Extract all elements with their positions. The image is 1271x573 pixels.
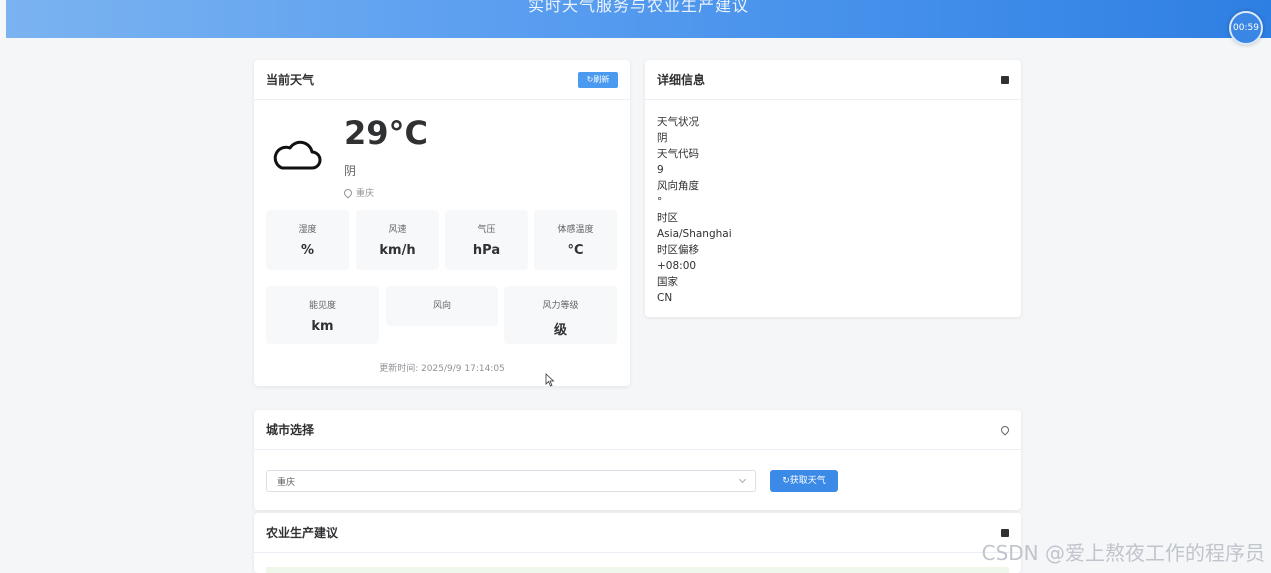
agri-advice-title: 农业生产建议 <box>266 526 339 540</box>
stat-wind-direction: 风向 <box>386 286 498 326</box>
detail-line: +08:00 <box>657 260 697 272</box>
timer-badge[interactable]: 00:59 <box>1229 11 1263 45</box>
detail-line: 时区 <box>657 212 678 224</box>
detail-line: 天气状况 <box>657 116 699 128</box>
stat-label: 风力等级 <box>542 301 579 311</box>
location-label: 重庆 <box>342 186 375 199</box>
stat-pressure: 气压 hPa <box>445 210 528 270</box>
detail-line: 9 <box>657 164 664 176</box>
current-weather-header: 当前天气 ↻刷新 <box>254 60 630 100</box>
weather-summary: 29°C 阴 重庆 <box>272 110 612 210</box>
mouse-cursor-icon <box>545 373 555 387</box>
update-time: 更新时间: 2025/9/9 17:14:05 <box>379 364 505 374</box>
detail-line: CN <box>657 292 673 304</box>
city-dropdown[interactable]: 重庆 <box>266 470 756 492</box>
detail-line: 时区偏移 <box>657 244 699 256</box>
agri-advice-strip <box>266 567 1009 573</box>
detail-line: 风向角度 <box>657 180 699 192</box>
location-pin-icon <box>342 187 354 199</box>
detail-list: 天气状况 阴 天气代码 9 风向角度 ° 时区 Asia/Shanghai 时区… <box>645 100 1021 320</box>
cloud-icon <box>273 140 322 170</box>
detail-info-header: 详细信息 <box>645 60 1021 100</box>
app-title: 实时天气服务与农业生产建议 <box>527 0 749 15</box>
location-text: 重庆 <box>356 189 375 199</box>
city-select-title: 城市选择 <box>266 423 315 437</box>
detail-line: ° <box>657 196 663 208</box>
detail-line: Asia/Shanghai <box>657 228 732 240</box>
current-weather-title: 当前天气 <box>266 73 315 87</box>
stat-label: 气压 <box>477 225 496 235</box>
document-icon <box>1001 528 1009 537</box>
top-header: 实时天气服务与农业生产建议 00:59 <box>6 0 1271 45</box>
stat-label: 风向 <box>432 301 451 311</box>
stat-value: hPa <box>472 243 501 258</box>
stat-wind-level: 风力等级 级 <box>504 286 617 344</box>
stat-wind-speed: 风速 km/h <box>356 210 439 270</box>
stat-value: km <box>311 319 334 334</box>
get-weather-button[interactable]: ↻获取天气 <box>770 470 838 492</box>
location-pin-icon <box>999 423 1011 436</box>
detail-info-title: 详细信息 <box>657 73 706 87</box>
stat-visibility: 能见度 km <box>266 286 379 344</box>
agri-advice-card: 农业生产建议 <box>254 513 1021 573</box>
stat-label: 风速 <box>388 225 407 235</box>
stat-value: 级 <box>553 323 567 338</box>
chevron-down-icon <box>738 475 747 484</box>
detail-line: 阴 <box>657 132 668 144</box>
stat-label: 体感温度 <box>557 225 594 235</box>
stat-label: 能见度 <box>308 301 336 311</box>
detail-line: 国家 <box>657 276 678 288</box>
stat-value: km/h <box>379 243 416 258</box>
weather-condition: 阴 <box>344 164 357 178</box>
refresh-button[interactable]: ↻刷新 <box>578 71 618 88</box>
stat-humidity: 湿度 % <box>266 210 349 270</box>
document-icon <box>1001 75 1009 84</box>
city-select-card: 城市选择 重庆 ↻获取天气 <box>254 410 1021 510</box>
city-select-header: 城市选择 <box>254 410 1021 450</box>
stat-value: °C <box>567 243 584 258</box>
stat-feels-like: 体感温度 °C <box>534 210 617 270</box>
temperature-value: 29°C <box>344 114 429 152</box>
stat-label: 湿度 <box>298 225 317 235</box>
city-dropdown-value: 重庆 <box>277 477 296 488</box>
detail-info-card: 详细信息 天气状况 阴 天气代码 9 风向角度 ° 时区 Asia/Shangh… <box>645 60 1021 317</box>
current-weather-card: 当前天气 ↻刷新 29°C 阴 重庆 湿度 % 风速 km/h 气压 hPa 体… <box>254 60 630 386</box>
stat-value: % <box>300 243 315 258</box>
watermark-text: CSDN @爱上熬夜工作的程序员 <box>981 541 1265 565</box>
city-row: 重庆 ↻获取天气 <box>266 470 838 492</box>
agri-advice-header: 农业生产建议 <box>254 513 1021 553</box>
detail-line: 天气代码 <box>657 148 699 160</box>
